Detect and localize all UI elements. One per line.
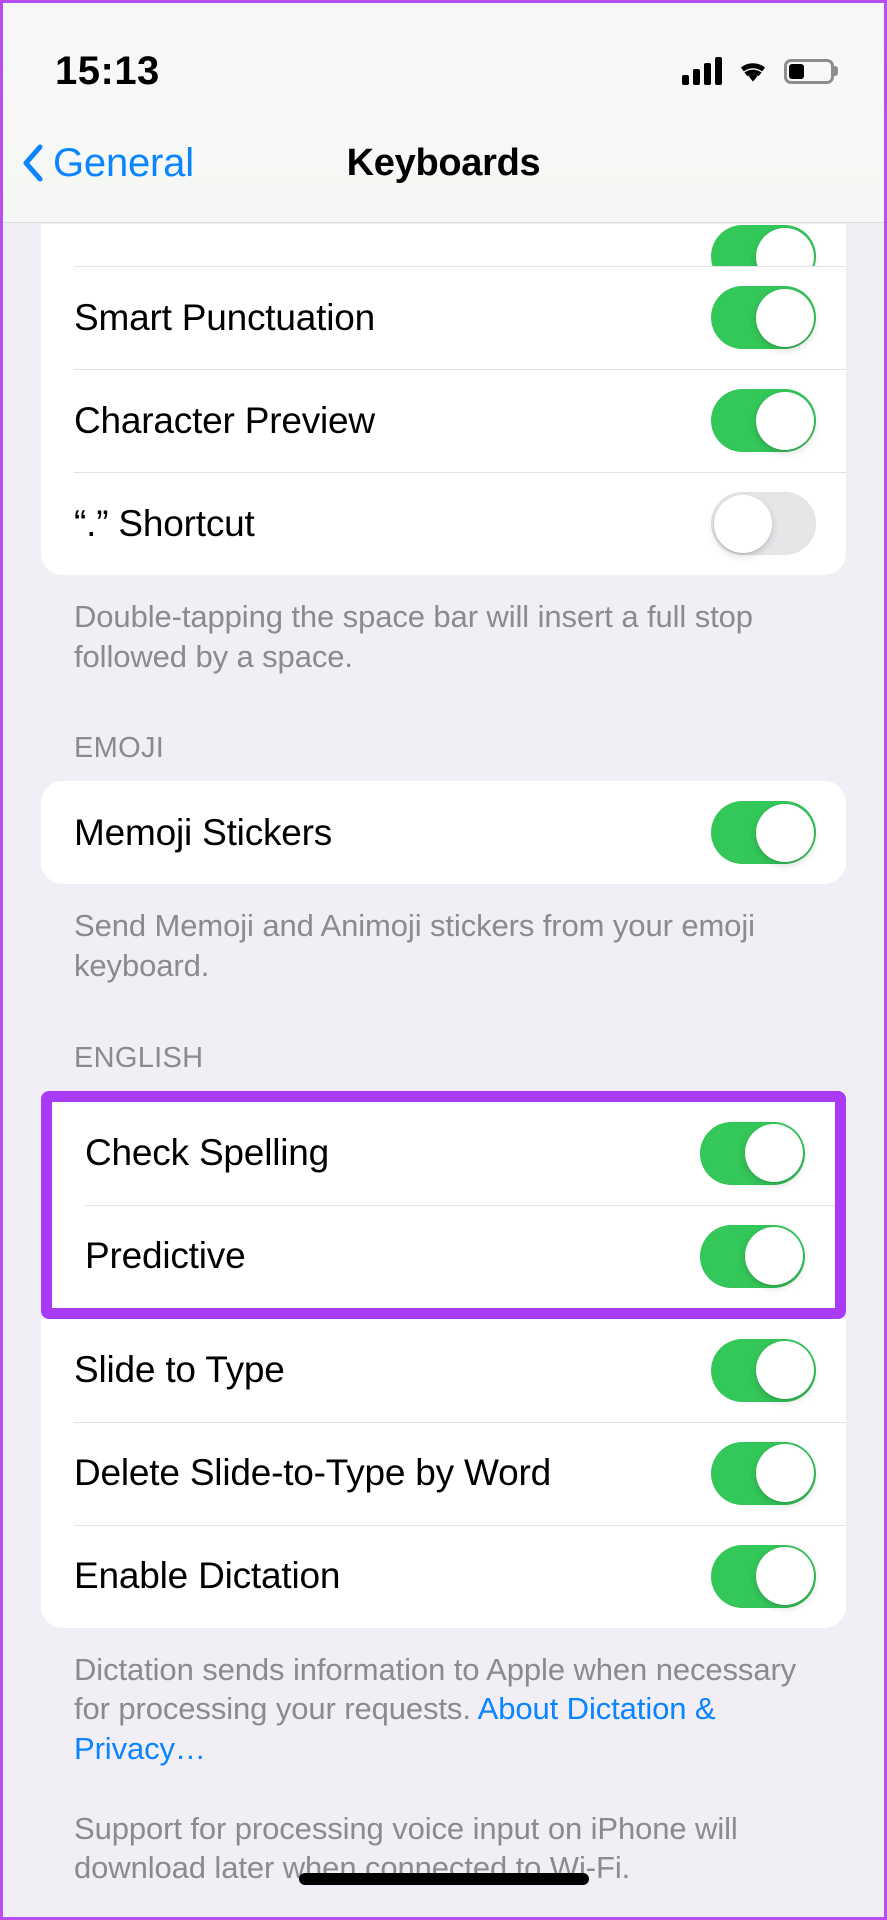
chevron-left-icon [23, 144, 43, 182]
table-row-delete-slide-to-type-by-word[interactable]: Delete Slide-to-Type by Word [41, 1421, 846, 1525]
keyboard-options-card: Smart Punctuation Character Preview “.” … [41, 224, 846, 575]
highlight-annotation-box: Check Spelling Predictive [41, 1090, 846, 1319]
settings-scroll-view[interactable]: Smart Punctuation Character Preview “.” … [3, 224, 884, 1917]
battery-icon [784, 58, 834, 84]
toggle-switch-slide-to-type[interactable] [711, 1338, 816, 1402]
status-bar-icons [682, 57, 834, 85]
table-row-enable-dictation[interactable]: Enable Dictation [41, 1524, 846, 1628]
cellular-signal-icon [682, 57, 722, 85]
table-row-memoji-stickers[interactable]: Memoji Stickers [41, 781, 846, 884]
iphone-screen: 15:13 General Keyboards Smart Punctuatio… [0, 0, 887, 1920]
table-row-check-spelling[interactable]: Check Spelling [52, 1102, 835, 1205]
row-label: Check Spelling [85, 1132, 330, 1174]
row-label: “.” Shortcut [74, 502, 255, 544]
row-label: Smart Punctuation [74, 296, 375, 338]
table-row-smart-punctuation[interactable]: Smart Punctuation [41, 266, 846, 369]
english-highlighted-card: Check Spelling Predictive [52, 1101, 835, 1308]
back-button-label: General [53, 140, 194, 185]
toggle-switch[interactable] [711, 225, 816, 266]
row-label: Slide to Type [74, 1349, 285, 1391]
toggle-switch-memoji-stickers[interactable] [711, 801, 816, 865]
toggle-switch-delete-slide-to-type[interactable] [711, 1441, 816, 1505]
section-header-english: ENGLISH [74, 1041, 204, 1074]
toggle-switch-smart-punctuation[interactable] [711, 286, 816, 349]
status-bar: 15:13 [3, 3, 884, 111]
toggle-switch-check-spelling[interactable] [700, 1121, 805, 1185]
footer-text-memoji: Send Memoji and Animoji stickers from yo… [74, 908, 755, 984]
table-row[interactable] [41, 224, 846, 266]
home-indicator[interactable] [298, 1873, 589, 1885]
toggle-switch-character-preview[interactable] [711, 389, 816, 452]
table-row-predictive[interactable]: Predictive [52, 1204, 835, 1308]
toggle-switch-predictive[interactable] [700, 1224, 805, 1288]
row-label: Character Preview [74, 399, 375, 441]
toggle-switch-enable-dictation[interactable] [711, 1544, 816, 1608]
table-row-period-shortcut[interactable]: “.” Shortcut [41, 472, 846, 575]
english-card: Slide to Type Delete Slide-to-Type by Wo… [41, 1318, 846, 1628]
back-button[interactable]: General [3, 141, 194, 186]
toggle-switch-period-shortcut[interactable] [711, 492, 816, 555]
table-row-character-preview[interactable]: Character Preview [41, 369, 846, 472]
row-label: Predictive [85, 1235, 246, 1277]
emoji-card: Memoji Stickers [41, 781, 846, 885]
footer-text-shortcut: Double-tapping the space bar will insert… [74, 599, 753, 674]
footer-text-dictation: Dictation sends information to Apple whe… [41, 1650, 846, 1769]
wifi-icon [740, 63, 766, 82]
status-bar-clock: 15:13 [55, 48, 160, 93]
section-header-emoji: EMOJI [74, 732, 165, 765]
row-label: Delete Slide-to-Type by Word [74, 1452, 551, 1494]
row-label: Enable Dictation [74, 1555, 341, 1597]
table-row-slide-to-type[interactable]: Slide to Type [41, 1319, 846, 1422]
row-label: Memoji Stickers [74, 811, 333, 853]
